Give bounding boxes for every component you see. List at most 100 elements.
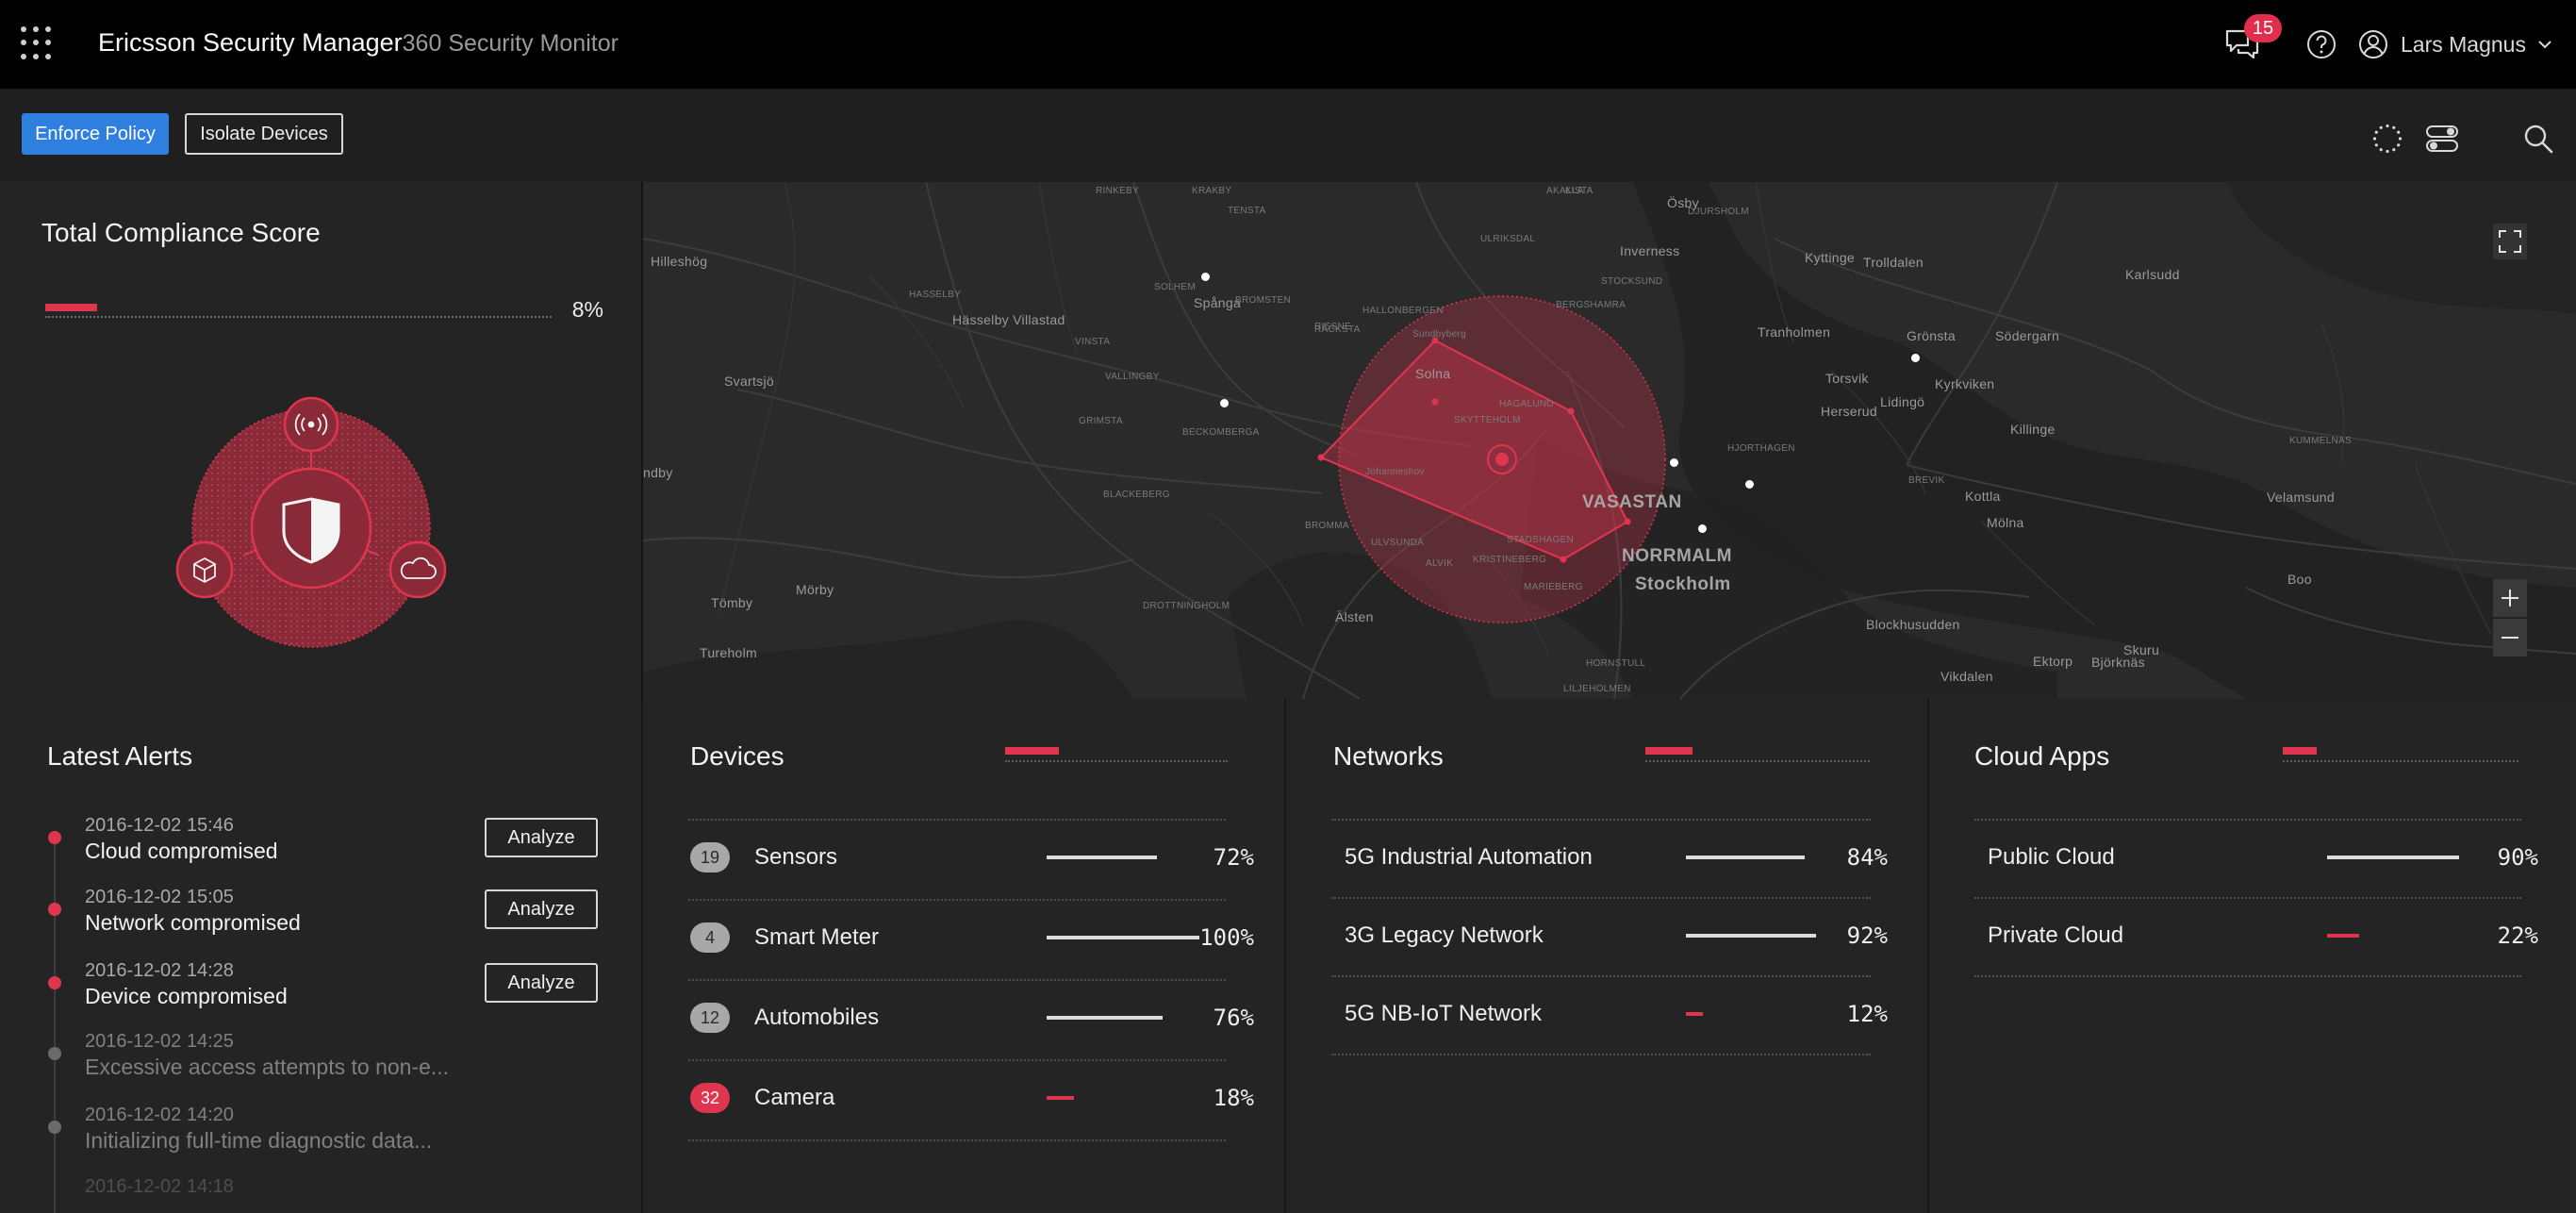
- stat-bar-fill: [2327, 934, 2359, 938]
- fullscreen-icon[interactable]: [2493, 224, 2527, 259]
- loading-spinner-icon[interactable]: [2369, 120, 2406, 158]
- settings-toggle-icon[interactable]: [2423, 120, 2461, 158]
- help-icon[interactable]: [2303, 25, 2340, 63]
- row-divider: [688, 1059, 1226, 1061]
- map-place-label: Tömby: [711, 595, 753, 610]
- compliance-progress-track: [45, 316, 552, 318]
- analyze-button[interactable]: Analyze: [485, 889, 598, 929]
- stat-label: Automobiles: [754, 1005, 880, 1030]
- devices-title: Devices: [690, 741, 784, 771]
- map-place-label: ALVIK: [1426, 558, 1454, 569]
- map-place-label: VALLINGBY: [1105, 372, 1160, 382]
- stat-row[interactable]: 19 Sensors 72%: [688, 833, 1254, 880]
- zoom-out-button[interactable]: [2493, 619, 2527, 656]
- stat-bar-track: [1047, 1016, 1199, 1020]
- row-divider: [688, 899, 1226, 901]
- row-divider: [1331, 975, 1871, 977]
- count-badge: 32: [690, 1083, 730, 1113]
- enforce-policy-button[interactable]: Enforce Policy: [22, 113, 169, 155]
- map-place-label: Solna: [1415, 366, 1451, 381]
- map-place-label: DJURSHOLM: [1688, 207, 1749, 217]
- map-place-label: BROMMA: [1305, 521, 1349, 531]
- map-device-marker[interactable]: [1670, 458, 1678, 467]
- networks-panel: Networks 5G Industrial Automation 84% 3G L…: [1286, 699, 1929, 1213]
- map-place-label: HAGALUND: [1499, 399, 1554, 409]
- compliance-percent: 8%: [571, 297, 603, 322]
- map-place-label: Blockhusudden: [1866, 617, 1960, 632]
- map-place-label: STADSHAGEN: [1507, 535, 1575, 545]
- plus-icon: [2502, 590, 2518, 606]
- stat-percent: 92%: [1846, 922, 1888, 949]
- count-badge: 4: [690, 922, 730, 953]
- stat-bar-track: [1686, 856, 1827, 859]
- stat-row[interactable]: 3G Legacy Network 92%: [1331, 911, 1888, 958]
- map-place-label: Kyrkviken: [1935, 376, 1995, 391]
- alert-severity-dot: [48, 1121, 61, 1134]
- zoom-in-button[interactable]: [2493, 579, 2527, 617]
- map-device-marker[interactable]: [1220, 399, 1229, 407]
- stat-row[interactable]: Public Cloud 90%: [1974, 833, 2540, 880]
- map-place-label: GRIMSTA: [1079, 416, 1123, 426]
- compliance-title: Total Compliance Score: [41, 218, 321, 247]
- alert-severity-dot: [48, 1047, 61, 1060]
- stat-row[interactable]: 32 Camera 18%: [688, 1073, 1254, 1121]
- app-name: Security Manager: [203, 28, 403, 57]
- stat-row[interactable]: Private Cloud 22%: [1974, 911, 2540, 958]
- stat-row[interactable]: 4 Smart Meter 100%: [688, 913, 1254, 960]
- alert-item[interactable]: 2016-12-02 14:25 Excessive access attemp…: [85, 1031, 669, 1080]
- stat-bar-track: [1686, 1012, 1827, 1016]
- alert-item[interactable]: 2016-12-02 14:20 Initializing full-time …: [85, 1105, 669, 1154]
- devices-panel: Devices 19 Sensors 72% 4 Smart Meter 100% 12 Au…: [643, 699, 1286, 1213]
- map-device-marker[interactable]: [1745, 480, 1754, 489]
- map-place-label: Björknäs: [2091, 655, 2145, 670]
- map-place-label: KRAKBY: [1192, 186, 1232, 196]
- alert-item[interactable]: 2016-12-02 14:18: [85, 1176, 669, 1198]
- user-menu[interactable]: Lars Magnus: [2357, 25, 2552, 63]
- cloud-apps-title: Cloud Apps: [1974, 741, 2110, 771]
- stat-row[interactable]: 5G NB-IoT Network 12%: [1331, 989, 1888, 1037]
- map-place-label: Killinge: [2010, 422, 2056, 437]
- map-view[interactable]: Hilleshög SOLHEM Spånga BROMSTEN Hässelby Vi…: [643, 182, 2576, 699]
- stat-label: Camera: [754, 1085, 835, 1110]
- stat-row[interactable]: 5G Industrial Automation 84%: [1331, 833, 1888, 880]
- map-place-label: Mölna: [1987, 515, 2024, 530]
- map-device-marker[interactable]: [1201, 273, 1210, 281]
- map-place-label: TENSTA: [1228, 206, 1266, 216]
- row-divider: [1974, 897, 2521, 899]
- minus-icon: [2502, 637, 2518, 639]
- stat-bar-fill: [1686, 934, 1816, 938]
- alert-severity-dot: [48, 831, 61, 844]
- app-title: Ericsson Security Manager360 Security Mo…: [98, 28, 619, 58]
- map-place-label: MARIEBERG: [1524, 582, 1583, 592]
- map-place-label: Torsvik: [1825, 371, 1869, 386]
- security-graphic: [170, 380, 471, 668]
- stat-bar-fill: [1686, 1012, 1703, 1016]
- map-place-label: ndby: [643, 465, 673, 480]
- map-device-marker[interactable]: [1698, 524, 1707, 533]
- stat-percent: 76%: [1213, 1005, 1254, 1031]
- app-switcher-icon[interactable]: [21, 26, 55, 60]
- map-place-label: SOLHEM: [1154, 282, 1197, 292]
- cloud-apps-panel: Cloud Apps Public Cloud 90% Private Cloud 2…: [1929, 699, 2576, 1213]
- stat-percent: 90%: [2497, 844, 2538, 871]
- alert-timestamp: 2016-12-02 14:20: [85, 1105, 234, 1125]
- stat-row[interactable]: 12 Automobiles 76%: [688, 993, 1254, 1040]
- stat-bar-track: [1047, 1096, 1199, 1100]
- isolate-devices-button[interactable]: Isolate Devices: [185, 113, 343, 155]
- stat-percent: 84%: [1846, 844, 1888, 871]
- top-header: Ericsson Security Manager360 Security Mo…: [0, 0, 2576, 90]
- map-place-label: Trolldalen: [1863, 255, 1924, 270]
- row-divider: [1331, 1054, 1871, 1055]
- map-place-label: Kyttinge: [1805, 250, 1855, 265]
- search-icon[interactable]: [2519, 120, 2557, 158]
- analyze-button[interactable]: Analyze: [485, 818, 598, 857]
- stat-label: Private Cloud: [1988, 922, 2124, 948]
- networks-title: Networks: [1333, 741, 1444, 771]
- stat-percent: 12%: [1846, 1001, 1888, 1027]
- analyze-button[interactable]: Analyze: [485, 963, 598, 1003]
- map-place-label: LILJEHOLMEN: [1563, 684, 1631, 694]
- map-device-marker[interactable]: [1911, 354, 1920, 362]
- row-divider: [1974, 819, 2521, 821]
- map-place-label: HALLONBERGEN: [1362, 306, 1444, 316]
- compliance-progress-bar: [45, 304, 97, 311]
